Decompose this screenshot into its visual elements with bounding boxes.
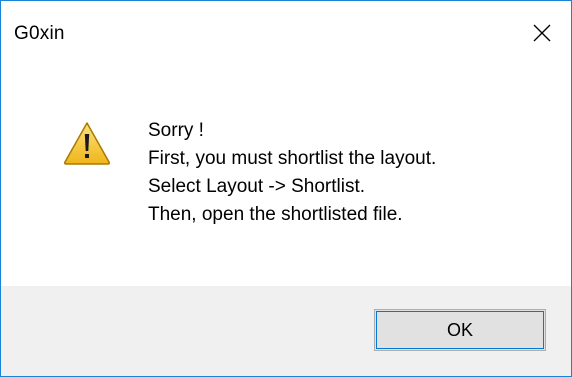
warning-icon (63, 121, 111, 165)
message-line: Then, open the shortlisted file. (148, 204, 403, 225)
button-bar: OK (1, 286, 571, 376)
close-button[interactable] (513, 1, 571, 65)
ok-button[interactable]: OK (374, 309, 546, 351)
window-title: G0xin (14, 23, 65, 44)
message-line: Select Layout -> Shortlist. (148, 176, 366, 197)
message-text: Sorry ! First, you must shortlist the la… (148, 117, 436, 229)
dialog-content: Sorry ! First, you must shortlist the la… (1, 65, 571, 286)
message-line: Sorry ! (148, 120, 204, 141)
title-bar[interactable]: G0xin (1, 1, 571, 65)
message-line: First, you must shortlist the layout. (148, 148, 437, 169)
close-icon (533, 24, 551, 42)
message-dialog: G0xin Sorry ! First, you must shortlist … (0, 0, 572, 377)
